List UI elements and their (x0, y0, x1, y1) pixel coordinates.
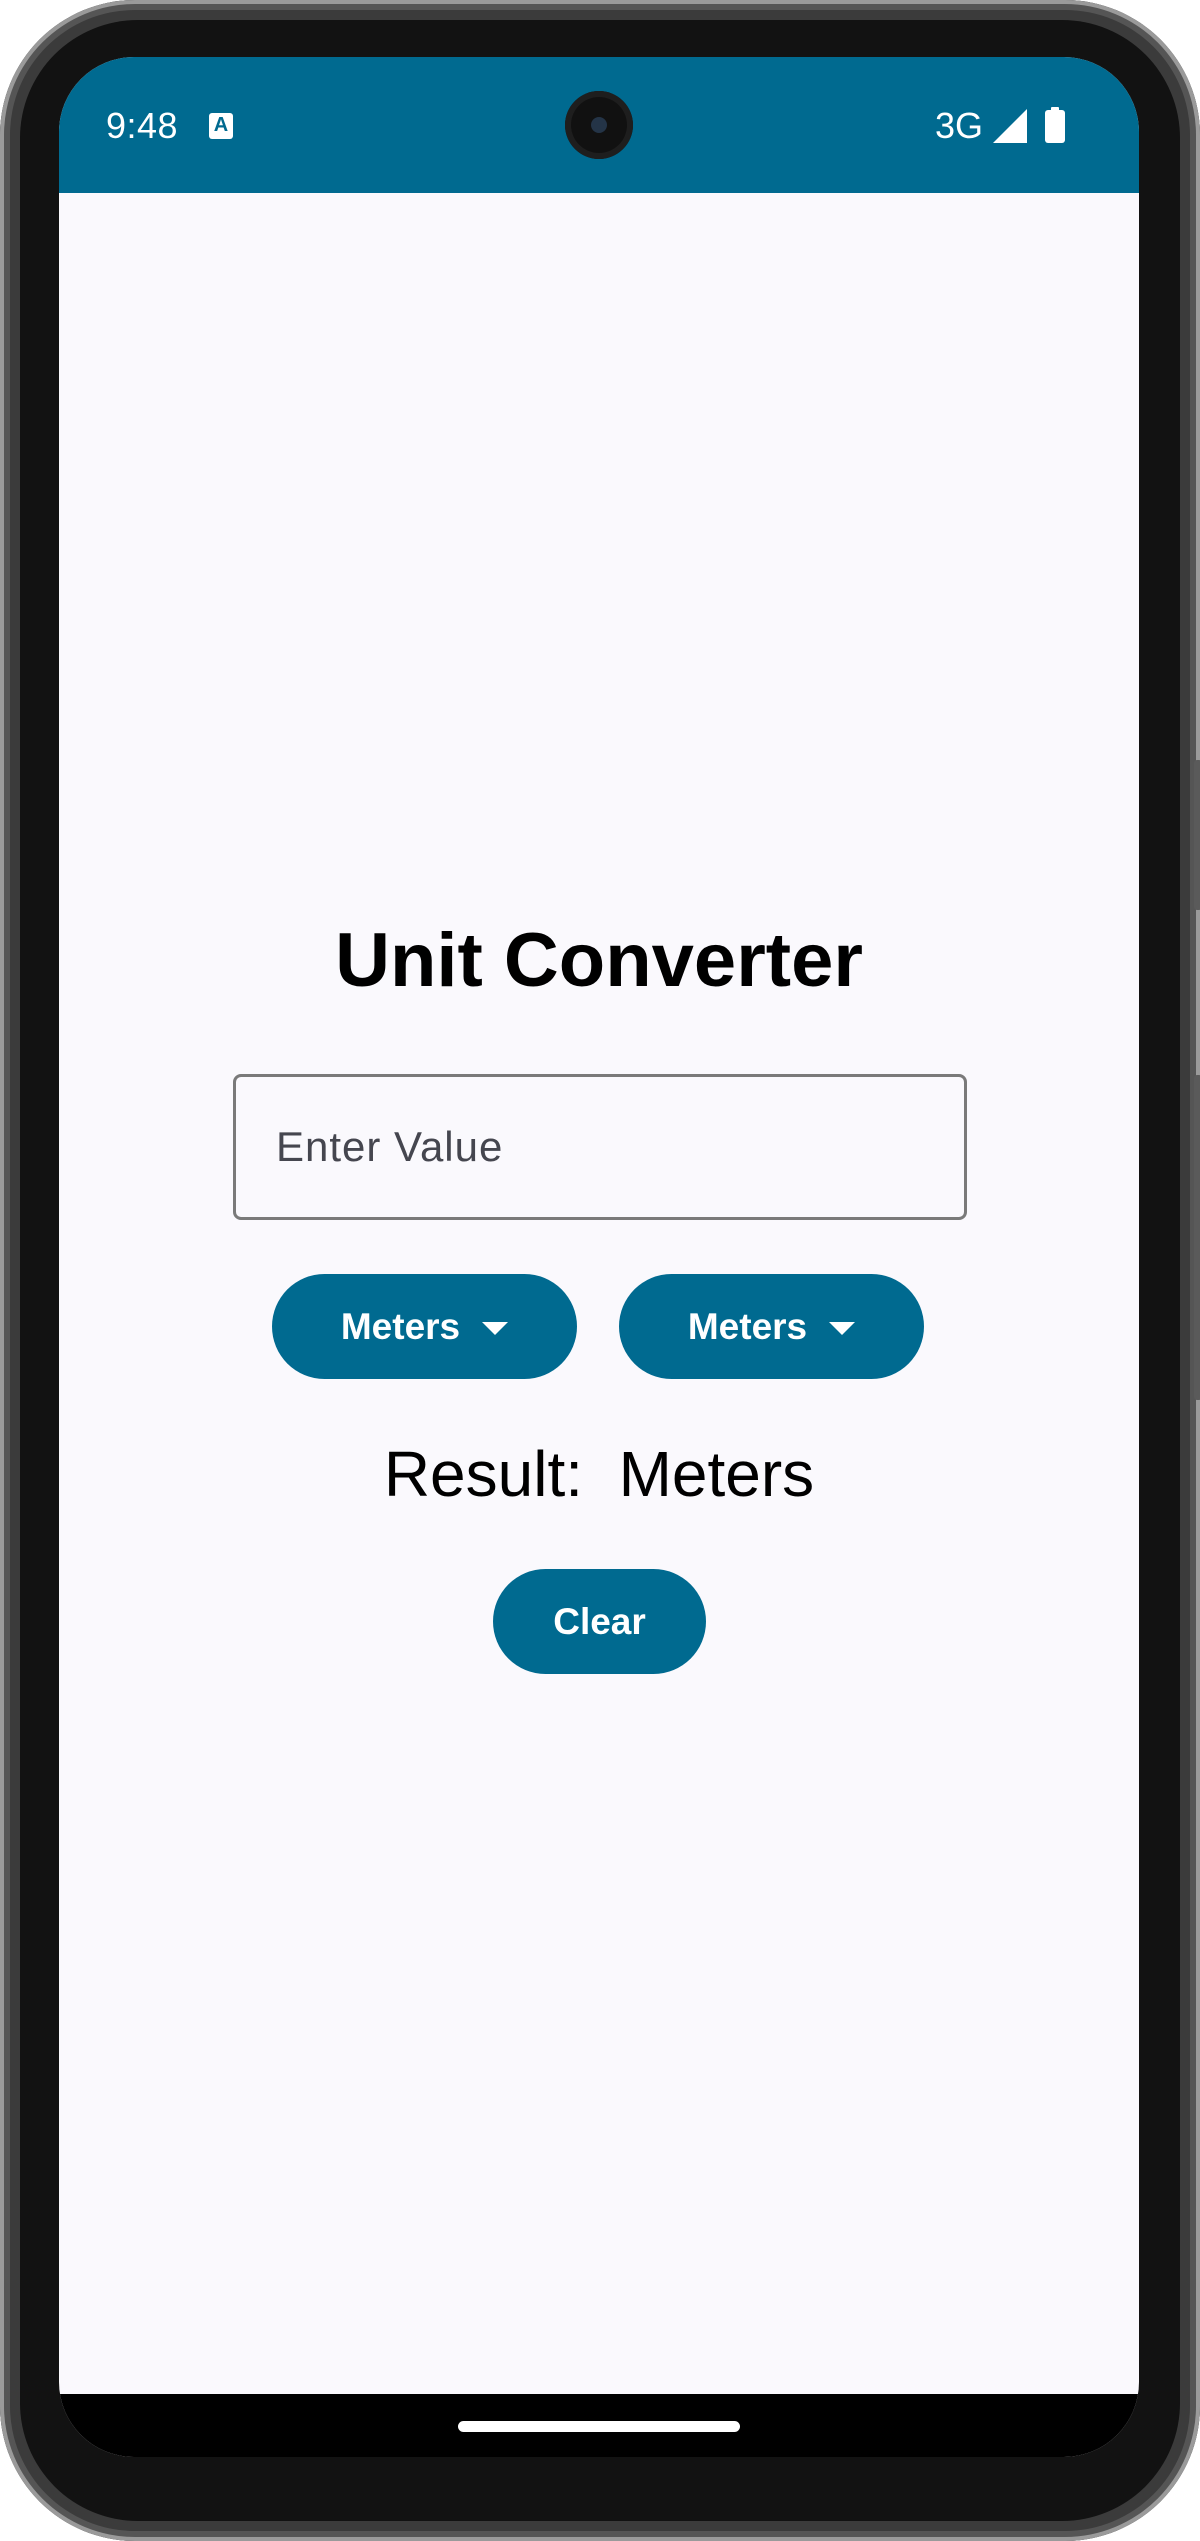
network-type: 3G (935, 105, 984, 146)
battery-icon (1045, 107, 1065, 143)
to-unit-label: Meters (687, 1305, 808, 1347)
volume-button (1194, 760, 1200, 910)
caret-down-icon (482, 1322, 509, 1335)
clear-button[interactable]: Clear (493, 1569, 706, 1674)
status-bar: 9:48 A 3G (59, 57, 1139, 193)
power-button (1194, 1075, 1200, 1400)
result-text: Result: Meters (59, 1437, 1139, 1511)
result-label: Result: (383, 1438, 584, 1510)
notification-a-icon: A (209, 113, 233, 139)
front-camera (565, 91, 633, 159)
from-unit-label: Meters (340, 1305, 461, 1347)
result-value: Meters (618, 1438, 815, 1510)
from-unit-dropdown[interactable]: Meters (272, 1274, 577, 1379)
phone-frame: 9:48 A 3G Unit Converter Meters Meters R… (0, 0, 1200, 2541)
result-spacer (583, 1438, 619, 1510)
home-indicator[interactable] (458, 2421, 740, 2432)
caret-down-icon (829, 1322, 856, 1335)
screen: 9:48 A 3G Unit Converter Meters Meters R… (59, 57, 1139, 2457)
value-input[interactable] (233, 1074, 967, 1220)
status-time: 9:48 (106, 105, 179, 146)
signal-icon (993, 109, 1027, 143)
app-title: Unit Converter (335, 918, 863, 1003)
to-unit-dropdown[interactable]: Meters (619, 1274, 924, 1379)
